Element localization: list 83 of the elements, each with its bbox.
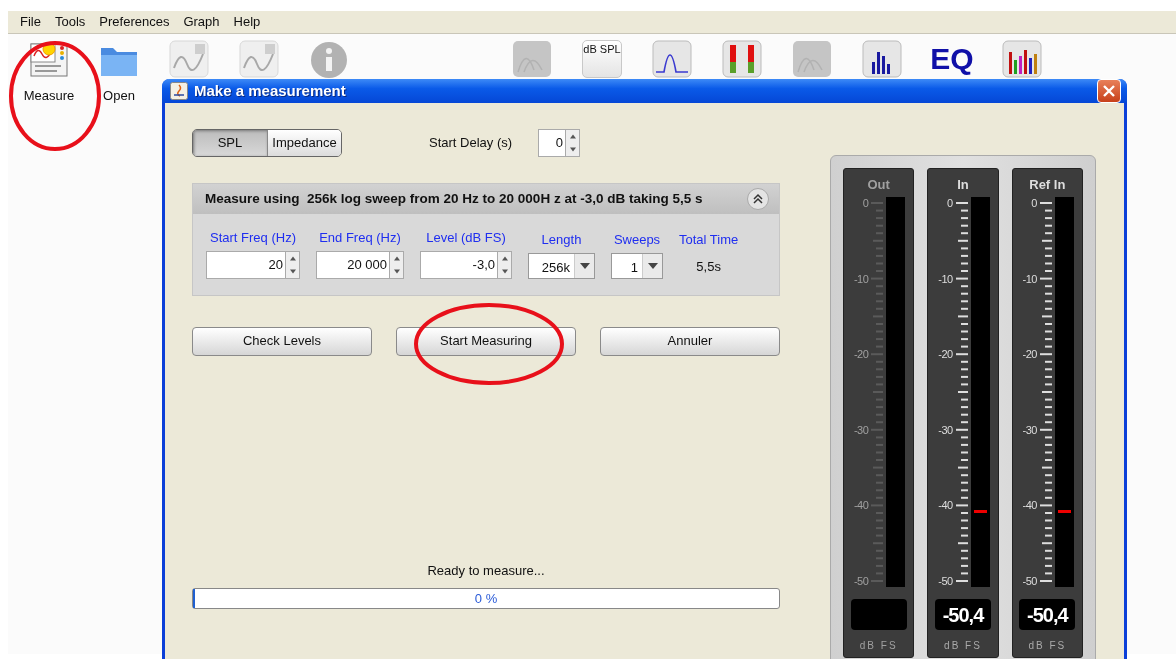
delay-spinner[interactable]: 0 — [538, 129, 566, 157]
scale-label: 0 — [947, 197, 953, 209]
close-icon — [1102, 84, 1116, 98]
color-bar-chart-icon — [1002, 40, 1042, 78]
collapse-button[interactable] — [747, 188, 769, 210]
scale-label: -30 — [1022, 424, 1037, 436]
readout-display — [850, 599, 907, 630]
scale-label: -10 — [1022, 273, 1037, 284]
info-icon — [309, 40, 349, 78]
toolbar-label: Measure — [23, 87, 75, 105]
app-icon — [170, 82, 188, 100]
field-label: End Freq (Hz) — [319, 229, 401, 247]
mode-tab[interactable]: SPL — [193, 130, 267, 156]
meter-title: In — [957, 176, 969, 194]
mode-tab[interactable]: Impedance — [267, 130, 341, 156]
window-title: Make a measurement — [194, 80, 346, 101]
scale-label: -40 — [938, 500, 953, 511]
scale-label: -20 — [1022, 348, 1037, 360]
menu-item[interactable]: Preferences — [93, 12, 176, 32]
dropdown[interactable]: 256k — [528, 252, 595, 279]
scale-label: -40 — [1022, 500, 1037, 511]
menu-item[interactable]: File — [14, 12, 47, 32]
field-label: Start Freq (Hz) — [210, 229, 296, 247]
spin-buttons[interactable] — [565, 129, 581, 157]
scale-label: -10 — [938, 273, 953, 284]
spin-buttons[interactable] — [497, 250, 512, 279]
menu-item[interactable]: Tools — [48, 12, 92, 32]
unit-label: dB FS — [944, 639, 982, 653]
sweep-summary: Measure using 256k log sweep from 20 Hz to 20 000H z at -3,0 dB taking 5,5 s — [205, 189, 703, 208]
toolbar-label: Open — [103, 87, 135, 105]
graph-window-icon — [29, 40, 69, 78]
field-label: Level (dB FS) — [426, 229, 506, 247]
scale-label: -50 — [853, 575, 869, 587]
action-button[interactable]: Start Measuring — [396, 326, 576, 356]
spl-label: dB SPL — [582, 40, 622, 78]
close-button[interactable] — [1097, 79, 1121, 103]
menu-item[interactable]: Help — [227, 12, 267, 32]
number-spinner[interactable]: 20 000 — [316, 250, 389, 279]
scale-label: -50 — [1022, 575, 1037, 587]
scale-label: -40 — [853, 500, 869, 511]
action-button[interactable]: Check Levels — [192, 326, 372, 356]
spin-buttons[interactable] — [285, 250, 300, 279]
eq-label: EQ — [930, 41, 974, 74]
menu-item[interactable]: Graph — [177, 12, 226, 32]
scale-label: 0 — [862, 197, 869, 209]
unit-label: dB FS — [1028, 639, 1067, 653]
meter-title: Ref In — [1029, 176, 1066, 194]
scale-label: -30 — [853, 424, 869, 436]
level-readout: -50,4 — [935, 599, 991, 630]
toolbar-button[interactable]: Open — [84, 40, 154, 106]
graph-icon — [169, 40, 209, 78]
scale-label: 0 — [1031, 197, 1037, 209]
scale-label: -20 — [853, 348, 869, 360]
waterfall-icon — [512, 40, 552, 78]
graph-icon — [239, 40, 279, 78]
unit-label: dB FS — [859, 639, 898, 653]
dropdown-arrow-icon — [579, 262, 590, 269]
scale-label: -50 — [938, 575, 953, 587]
waterfall-icon — [792, 40, 832, 78]
toolbar-button[interactable]: EQ — [917, 40, 987, 74]
level-readout: -50,4 — [1019, 599, 1076, 630]
curve-icon — [652, 40, 692, 78]
number-spinner[interactable]: 20 — [206, 250, 285, 279]
number-spinner[interactable]: -3,0 — [420, 250, 497, 279]
action-button[interactable]: Annuler — [600, 326, 780, 356]
bar-chart-icon — [862, 40, 902, 78]
status-text: Ready to measure... — [427, 561, 545, 580]
dropdown[interactable]: 1 — [611, 252, 663, 279]
scale-label: -20 — [938, 348, 953, 360]
meter-title: Out — [867, 176, 890, 194]
scale-label: -10 — [853, 273, 869, 284]
field-label: Start Delay (s) — [429, 134, 513, 153]
bar-meter-icon — [722, 40, 762, 78]
progress-text: 0 % — [474, 589, 498, 608]
collapse-icon — [752, 193, 764, 205]
field-label: Length — [541, 231, 582, 249]
field-label: Sweeps — [613, 231, 661, 249]
field-label: Total Time — [679, 231, 739, 249]
spin-buttons[interactable] — [389, 250, 404, 279]
scale-label: -30 — [938, 424, 953, 436]
toolbar-button[interactable]: dB SPL — [567, 40, 637, 78]
dropdown-arrow-icon — [647, 262, 658, 269]
total-time-value: 5,5s — [696, 257, 721, 276]
